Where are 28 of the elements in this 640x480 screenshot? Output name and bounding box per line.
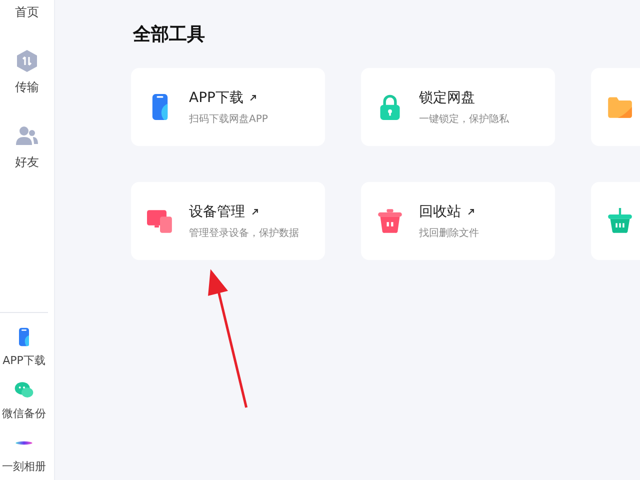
transfer-icon[interactable] xyxy=(15,49,39,73)
tool-card[interactable]: 回收站 找回删除文件 xyxy=(361,182,555,260)
tool-name: 锁定网盘 xyxy=(419,88,475,106)
trash-icon xyxy=(377,208,403,234)
tool-description: 找回删除文件 xyxy=(419,226,479,240)
tool-description: 管理登录设备，保护数据 xyxy=(189,226,299,240)
tool-card[interactable]: 锁定网盘 一键锁定，保护隐私 xyxy=(361,68,555,146)
people-icon[interactable] xyxy=(15,124,39,148)
page-title: 全部工具 xyxy=(133,23,206,46)
tool-name: 设备管理 xyxy=(189,202,245,220)
devices-icon xyxy=(147,208,173,234)
chat-icon[interactable] xyxy=(14,380,34,400)
basket-icon xyxy=(607,208,633,234)
tool-description: 扫码下载网盘APP xyxy=(189,112,268,126)
sidebar-item[interactable]: APP下载 xyxy=(2,353,46,368)
sidebar-item[interactable]: 传输 xyxy=(15,79,39,96)
tool-name: APP下载 xyxy=(189,88,244,106)
sidebar-item[interactable]: 好友 xyxy=(15,154,39,171)
sidebar-item[interactable]: 微信备份 xyxy=(2,406,46,421)
external-link-icon xyxy=(251,208,259,216)
tool-card[interactable]: APP下载 扫码下载网盘APP xyxy=(131,68,325,146)
tool-description: 一键锁定，保护隐私 xyxy=(419,112,509,126)
sidebar-item[interactable]: 一刻相册 xyxy=(2,459,46,474)
external-link-icon xyxy=(467,208,475,216)
sidebar-item[interactable]: 首页 xyxy=(15,4,39,21)
external-link-icon xyxy=(249,94,258,102)
tool-name: 回收站 xyxy=(419,202,461,220)
tool-card[interactable]: 设备管理 管理登录设备，保护数据 xyxy=(131,182,325,260)
